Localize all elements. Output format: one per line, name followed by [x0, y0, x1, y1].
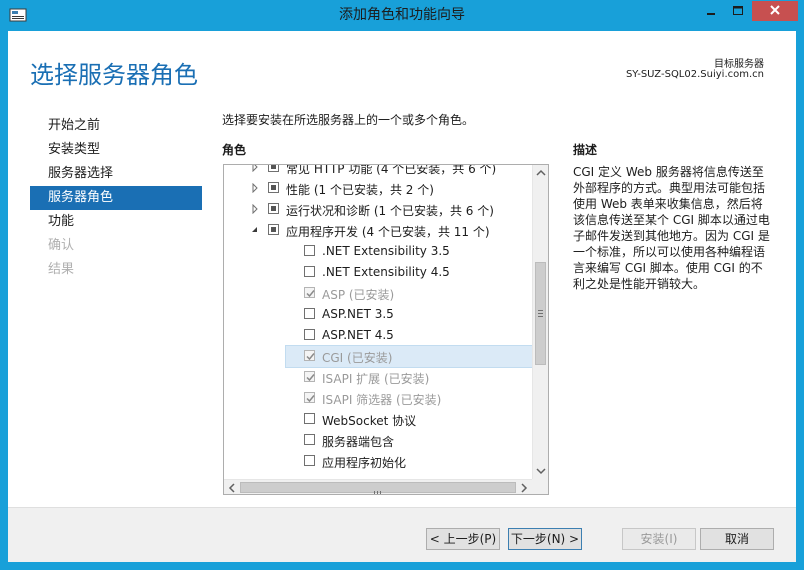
role-checkbox[interactable] [268, 224, 279, 235]
role-label: 常见 HTTP 功能 (4 个已安装，共 6 个) [286, 165, 497, 176]
nav-step-2[interactable]: 服务器选择 [30, 162, 202, 186]
checkmark-icon [306, 353, 315, 361]
window-title: 添加角色和功能向导 [339, 7, 465, 23]
collapsed-arrow-icon[interactable] [250, 204, 260, 214]
role-checkbox[interactable] [268, 165, 279, 172]
role-label: 应用程序开发 (4 个已安装，共 11 个) [286, 225, 490, 239]
role-tree-row[interactable]: .NET Extensibility 3.5 [224, 241, 532, 262]
role-checkbox[interactable] [304, 455, 315, 466]
nav-step-5: 确认 [48, 238, 75, 253]
wizard-window: 添加角色和功能向导 选择服务器角色 目标服务器 SY-SUZ-SQL02.Sui… [0, 0, 804, 570]
role-tree-row[interactable]: ASP (已安装) [224, 283, 532, 304]
install-button[interactable]: 安装(I) [622, 528, 696, 550]
scroll-up-icon[interactable] [533, 165, 549, 181]
role-tree-row[interactable]: ISAPI 筛选器 (已安装) [224, 388, 532, 409]
role-tree-row[interactable]: CGI (已安装) [285, 345, 532, 368]
close-icon [770, 5, 780, 15]
maximize-button[interactable] [725, 1, 751, 21]
cancel-button[interactable]: 取消 [700, 528, 774, 550]
role-label: ASP.NET 4.5 [322, 328, 394, 342]
role-checkbox [304, 350, 315, 361]
grip-icon [374, 491, 381, 494]
checkmark-icon [306, 374, 315, 382]
role-checkbox[interactable] [268, 203, 279, 214]
role-checkbox[interactable] [268, 182, 279, 193]
roles-tree-rows: 常见 HTTP 功能 (4 个已安装，共 6 个) 性能 (1 个已安装，共 2 … [224, 165, 532, 479]
title-bar[interactable]: 添加角色和功能向导 [0, 0, 804, 31]
vertical-scroll-thumb[interactable] [535, 262, 546, 365]
role-tree-row[interactable]: 应用程序开发 (4 个已安装，共 11 个) [224, 220, 532, 241]
grip-icon [538, 310, 543, 317]
role-checkbox[interactable] [304, 266, 315, 277]
horizontal-scrollbar[interactable] [224, 479, 532, 495]
next-button[interactable]: 下一步(N) > [508, 528, 582, 550]
scroll-down-icon[interactable] [533, 463, 549, 479]
role-tree-row[interactable]: ASP.NET 4.5 [224, 325, 532, 346]
role-label: 应用程序初始化 [322, 456, 407, 470]
role-tree-row[interactable]: ISAPI 扩展 (已安装) [224, 367, 532, 388]
instruction-text: 选择要安装在所选服务器上的一个或多个角色。 [222, 113, 475, 127]
scroll-right-icon[interactable] [516, 480, 532, 495]
role-label: CGI (已安装) [322, 351, 393, 365]
role-checkbox[interactable] [304, 434, 315, 445]
checkmark-icon [306, 395, 315, 403]
role-label: ISAPI 扩展 (已安装) [322, 372, 430, 386]
minimize-icon [707, 13, 715, 15]
role-checkbox [304, 371, 315, 382]
role-tree-row[interactable]: 性能 (1 个已安装，共 2 个) [224, 178, 532, 199]
collapsed-arrow-icon[interactable] [250, 165, 260, 172]
wizard-footer: < 上一步(P) 下一步(N) > 安装(I) 取消 [8, 507, 796, 562]
maximize-icon [733, 6, 743, 15]
role-label: ISAPI 筛选器 (已安装) [322, 393, 442, 407]
nav-step-3[interactable]: 服务器角色 [30, 186, 202, 210]
role-tree-row[interactable]: 服务器端包含 [224, 430, 532, 451]
previous-button[interactable]: < 上一步(P) [426, 528, 500, 550]
role-label: 运行状况和诊断 (1 个已安装，共 6 个) [286, 204, 494, 218]
nav-step-0[interactable]: 开始之前 [30, 114, 202, 138]
role-tree-row[interactable]: .NET Extensibility 4.5 [224, 262, 532, 283]
page-title: 选择服务器角色 [30, 61, 198, 89]
role-checkbox[interactable] [304, 308, 315, 319]
description-heading: 描述 [573, 143, 598, 157]
collapsed-arrow-icon[interactable] [250, 183, 260, 193]
wizard-content: 选择服务器角色 目标服务器 SY-SUZ-SQL02.Suiyi.com.cn … [8, 31, 796, 562]
role-checkbox [304, 392, 315, 403]
minimize-button[interactable] [698, 1, 724, 21]
description-text: CGI 定义 Web 服务器将信息传送至外部程序的方式。典型用法可能包括使用 W… [573, 165, 770, 291]
roles-heading: 角色 [222, 143, 247, 157]
destination-server-label: 目标服务器 [714, 59, 764, 70]
nav-step-1[interactable]: 安装类型 [30, 138, 202, 162]
vertical-scrollbar[interactable] [532, 165, 548, 479]
scrollbar-corner [532, 479, 548, 494]
nav-step-4[interactable]: 功能 [30, 210, 202, 234]
role-label: ASP.NET 3.5 [322, 307, 394, 321]
role-tree-row[interactable]: ASP.NET 3.5 [224, 304, 532, 325]
wizard-steps-nav: 开始之前 安装类型 服务器选择 服务器角色 功能确认结果 [30, 114, 202, 282]
role-checkbox [304, 287, 315, 298]
role-label: ASP (已安装) [322, 288, 395, 302]
role-checkbox[interactable] [304, 329, 315, 340]
checkmark-icon [306, 290, 315, 298]
role-label: .NET Extensibility 3.5 [322, 244, 450, 258]
roles-tree[interactable]: 常见 HTTP 功能 (4 个已安装，共 6 个) 性能 (1 个已安装，共 2 … [223, 164, 549, 495]
scroll-left-icon[interactable] [224, 480, 240, 495]
role-label: WebSocket 协议 [322, 414, 417, 428]
expanded-arrow-icon[interactable] [250, 225, 260, 235]
close-button[interactable] [752, 1, 798, 21]
role-checkbox[interactable] [304, 245, 315, 256]
role-tree-row[interactable]: 应用程序初始化 [224, 451, 532, 472]
horizontal-scroll-thumb[interactable] [240, 482, 516, 494]
role-label: .NET Extensibility 4.5 [322, 265, 450, 279]
role-label: 性能 (1 个已安装，共 2 个) [286, 183, 434, 197]
role-tree-row[interactable]: 常见 HTTP 功能 (4 个已安装，共 6 个) [224, 165, 532, 178]
role-label: 服务器端包含 [322, 435, 395, 449]
role-tree-row[interactable]: 运行状况和诊断 (1 个已安装，共 6 个) [224, 199, 532, 220]
role-checkbox[interactable] [304, 413, 315, 424]
destination-server-name: SY-SUZ-SQL02.Suiyi.com.cn [625, 69, 764, 80]
role-tree-row[interactable]: WebSocket 协议 [224, 409, 532, 430]
nav-step-6: 结果 [48, 262, 75, 277]
